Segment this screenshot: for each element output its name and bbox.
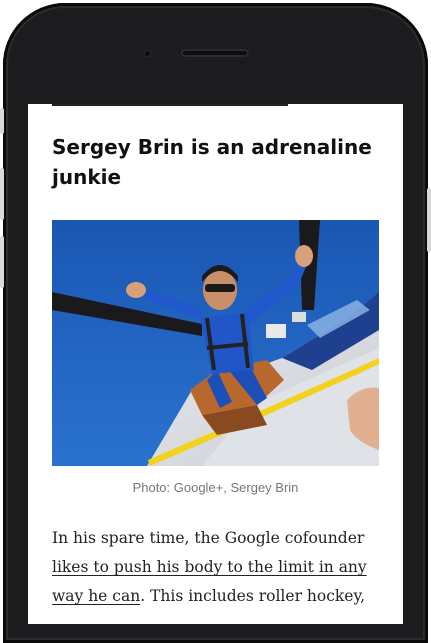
photo-caption: Photo: Google+, Sergey Brin (132, 480, 299, 495)
top-divider (52, 104, 288, 106)
article-headline: Sergey Brin is an adrenaline junkie (52, 135, 372, 189)
body-text-end: . This includes roller hockey, (140, 587, 366, 605)
earpiece-speaker (181, 49, 249, 57)
article-body-paragraph: In his spare time, the Google cofounder … (52, 524, 382, 611)
silent-switch (0, 108, 4, 134)
volume-up-button (0, 168, 4, 220)
article-photo-skydiver[interactable] (52, 220, 379, 466)
volume-down-button (0, 236, 4, 288)
body-text-start: In his spare time, the Google cofounder (52, 529, 365, 547)
front-camera (143, 49, 152, 58)
power-button (427, 188, 431, 252)
phone-screen: Sergey Brin is an adrenaline junkie Phot… (28, 104, 403, 624)
